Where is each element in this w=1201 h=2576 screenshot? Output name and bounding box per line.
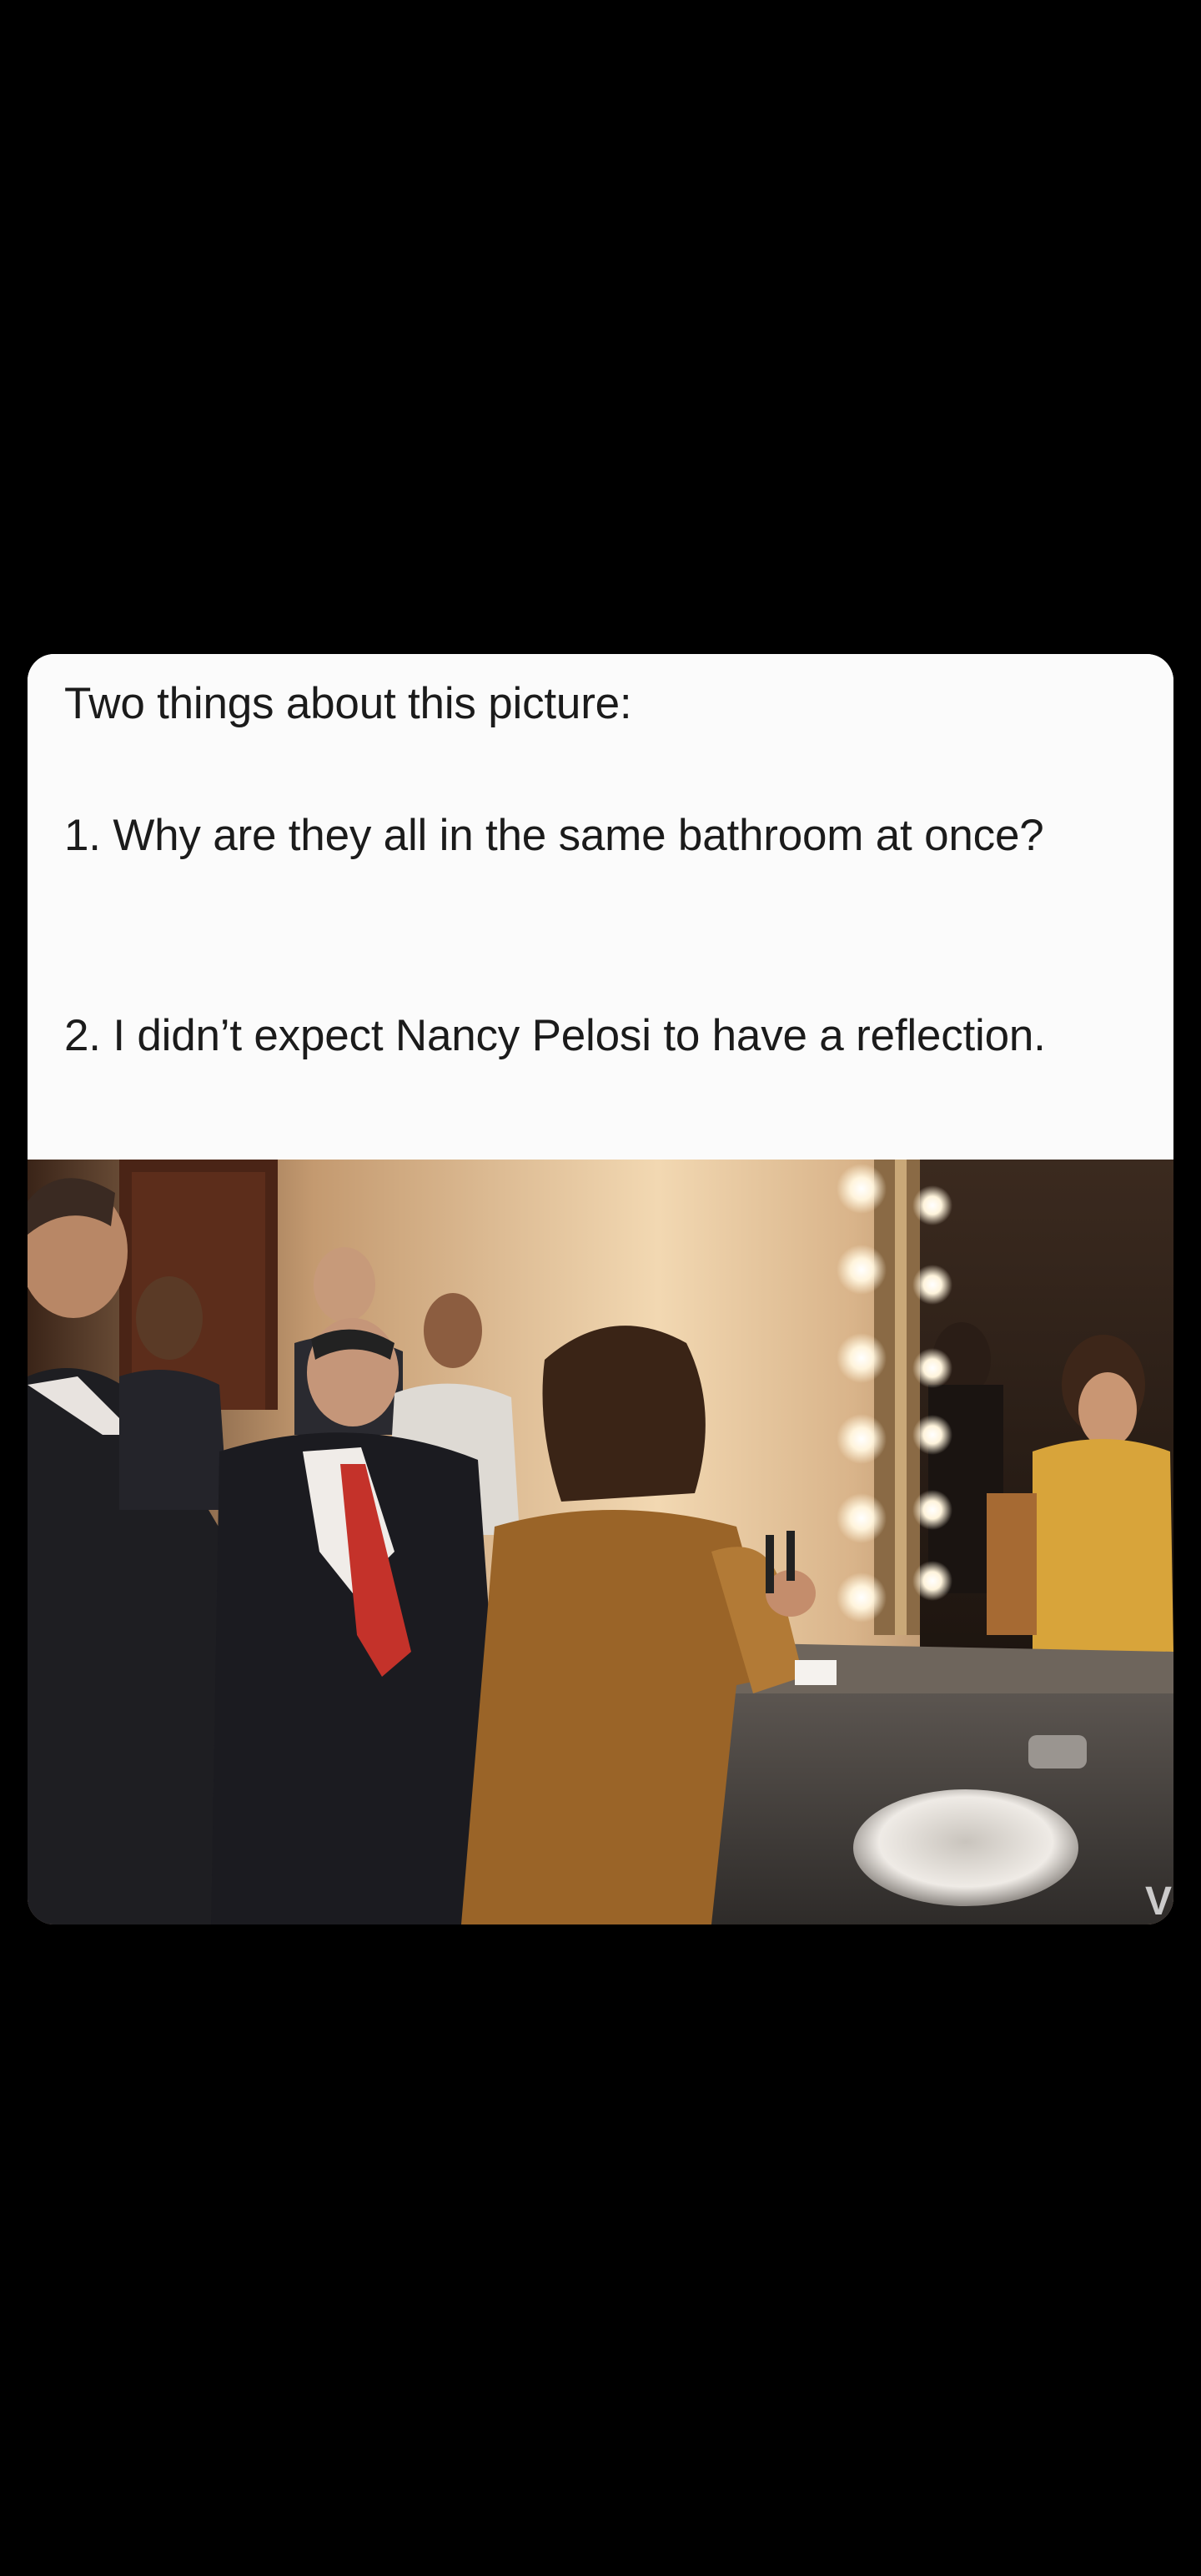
reflection-body <box>1033 1439 1173 1652</box>
bathroom-photo: VI <box>28 1160 1173 1924</box>
person-center-hair <box>542 1326 706 1502</box>
caption-heading: Two things about this picture: <box>64 679 632 728</box>
screen: { "post": { "caption_line1": "Two things… <box>0 0 1201 2576</box>
caption-point-2: 2. I didn’t expect Nancy Pelosi to have … <box>64 1011 1046 1060</box>
caption-panel: Two things about this picture: 1. Why ar… <box>28 654 1173 1160</box>
tissue <box>795 1660 837 1685</box>
caption-point-1: 1. Why are they all in the same bathroom… <box>64 811 1044 860</box>
sink <box>853 1789 1078 1906</box>
watermark: VI <box>1145 1879 1173 1924</box>
faucet <box>1028 1735 1087 1768</box>
meme-card: Two things about this picture: 1. Why ar… <box>28 654 1173 1924</box>
